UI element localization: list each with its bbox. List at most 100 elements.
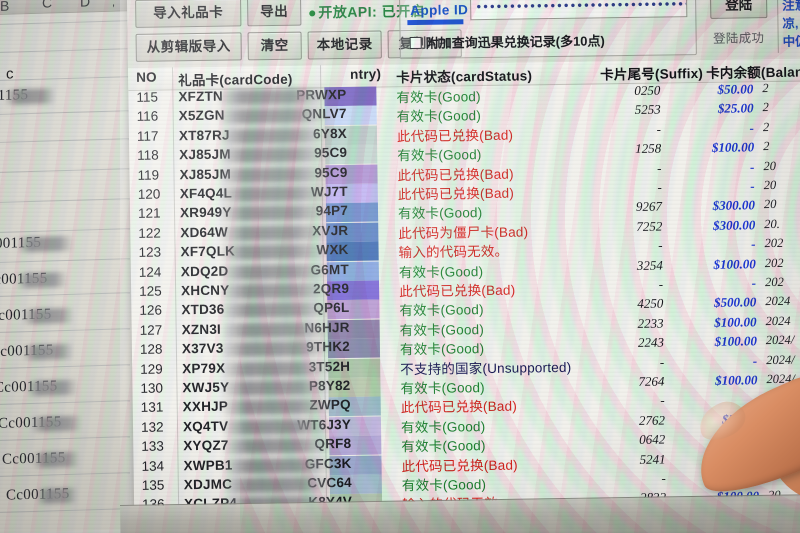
redaction-blur	[222, 359, 331, 378]
cell-suffix: -	[659, 354, 665, 370]
cell-date: 2	[762, 119, 770, 134]
notice-line-2: 凉,	[782, 16, 799, 31]
cell-suffix: -	[658, 276, 664, 292]
spreadsheet-cell-letter: c	[6, 65, 14, 83]
redaction-blur	[32, 451, 80, 468]
column-header-card-code[interactable]: 礼品卡(cardCode)	[178, 68, 293, 90]
cell-balance: -	[751, 275, 757, 291]
spreadsheet-column-header	[0, 0, 130, 16]
cell-suffix: 9267	[635, 198, 663, 215]
column-header-country[interactable]: ntry)	[350, 66, 381, 81]
spreadsheet-rule	[0, 472, 130, 477]
spreadsheet-rule	[0, 110, 130, 115]
redaction-blur	[4, 88, 56, 105]
cell-card-code: XWPB1GFC3K	[183, 455, 353, 475]
redaction-blur	[218, 107, 327, 126]
cell-balance: $100.00	[711, 139, 755, 156]
cell-no: 125	[139, 283, 162, 299]
login-button[interactable]: 登陆	[709, 0, 768, 19]
spreadsheet-rule	[0, 364, 130, 369]
cell-no: 135	[141, 477, 165, 493]
cell-no: 129	[140, 361, 163, 377]
cell-suffix: 5241	[639, 451, 666, 467]
extra-query-checkbox-row[interactable]: 附加查询迅果兑换记录(多10点)	[409, 30, 605, 52]
cell-no: 134	[141, 458, 165, 474]
spreadsheet-col-letter-b: B	[0, 0, 10, 14]
cell-card-code: XHCNY 2QR9	[181, 281, 351, 300]
cell-balance: $300.00	[712, 217, 756, 233]
cell-no: 133	[141, 438, 164, 455]
card-code-prefix: X37V3	[181, 340, 224, 357]
cell-card-code: XT87RJ 6Y8X	[179, 126, 349, 145]
cell-suffix: 5253	[634, 101, 661, 118]
cell-date: 20	[763, 197, 777, 212]
cell-balance: $50.00	[722, 430, 759, 446]
spreadsheet-rule	[0, 198, 130, 203]
redaction-blur	[223, 456, 332, 475]
spreadsheet-rule	[0, 168, 130, 173]
cell-no: 130	[140, 380, 164, 396]
column-header-suffix[interactable]: 卡片尾号(Suffix)	[600, 62, 703, 83]
column-header-balance[interactable]: 卡内余额(Balance)	[706, 60, 800, 82]
import-from-clipboard-button[interactable]: 从剪辑版导入	[135, 32, 242, 62]
clear-button[interactable]: 清空	[247, 31, 302, 61]
cell-suffix: 3254	[636, 257, 663, 273]
cell-balance: -	[751, 236, 756, 252]
cell-balance: $100.00	[715, 372, 758, 388]
notice-line-3: 中仍	[782, 34, 800, 49]
redaction-blur	[218, 88, 327, 106]
cell-balance: $5	[745, 449, 759, 466]
cell-no: 127	[139, 322, 163, 338]
local-record-button[interactable]: 本地记录	[307, 30, 382, 60]
cell-balance: $25.00	[717, 100, 754, 117]
redaction-blur	[219, 146, 328, 164]
import-gift-card-button[interactable]: 导入礼品卡	[135, 0, 242, 28]
redaction-blur	[16, 235, 74, 253]
cell-date: 2024/	[766, 371, 795, 387]
cell-no: 121	[137, 205, 161, 222]
cell-suffix: 0250	[634, 82, 661, 98]
background-spreadsheet: B C D , c 001155 c001155 Cc001155 Cc0011…	[0, 0, 130, 533]
cell-suffix: 2243	[637, 334, 664, 351]
card-code-prefix: XFZTN	[178, 88, 224, 105]
cell-date: 2024/0	[767, 429, 800, 445]
spreadsheet-rule	[0, 292, 130, 297]
cell-no: 132	[140, 419, 164, 435]
checkbox-icon[interactable]	[409, 36, 422, 50]
spreadsheet-rule	[0, 328, 130, 333]
export-button[interactable]: 导出	[247, 0, 302, 27]
apple-id-input[interactable]: ••••••••••••••••••••••••••••••••••••••	[470, 0, 688, 21]
redaction-blur	[22, 343, 74, 361]
cell-date	[768, 468, 800, 469]
spreadsheet-col-letter-e: ,	[112, 0, 116, 9]
redaction-blur	[222, 398, 331, 417]
cell-card-code: XWJ5YP8Y82	[182, 378, 352, 397]
cell-suffix: 1258	[635, 140, 662, 157]
cell-no: 126	[139, 302, 163, 319]
cell-date: 202	[764, 236, 784, 251]
redaction-blur	[30, 415, 82, 432]
card-code-prefix: XXHJP	[182, 399, 229, 415]
monitor-photo: B C D , c 001155 c001155 Cc001155 Cc0011…	[0, 0, 800, 533]
cell-date: 20	[763, 158, 777, 173]
cell-card-code: XF4Q4L WJ7T	[180, 184, 350, 203]
cell-date: 2024/	[766, 391, 796, 406]
spreadsheet-rule	[0, 76, 130, 81]
cell-card-code: XJ85JM 95C9	[179, 165, 349, 184]
cell-balance: $100.00	[714, 333, 757, 350]
status-dot-icon	[309, 10, 316, 17]
cell-card-code: XFZTNPRWXP	[178, 87, 348, 106]
redaction-blur	[22, 307, 74, 325]
column-header-no[interactable]: NO	[136, 70, 157, 85]
spreadsheet-rule	[0, 258, 130, 263]
cell-card-code: XD64W XVJR	[180, 223, 350, 242]
cell-balance: $100.00	[713, 255, 756, 272]
cell-date: 20	[763, 177, 777, 193]
cell-suffix: 2233	[637, 315, 664, 331]
notice-panel: 注意 凉, 中仍	[776, 0, 800, 53]
redaction-blur	[26, 379, 78, 397]
redaction-blur	[221, 282, 330, 300]
cell-suffix: 7252	[636, 218, 663, 234]
column-header-card-status[interactable]: 卡片状态(cardStatus)	[396, 64, 532, 86]
cell-suffix: -	[661, 470, 666, 486]
